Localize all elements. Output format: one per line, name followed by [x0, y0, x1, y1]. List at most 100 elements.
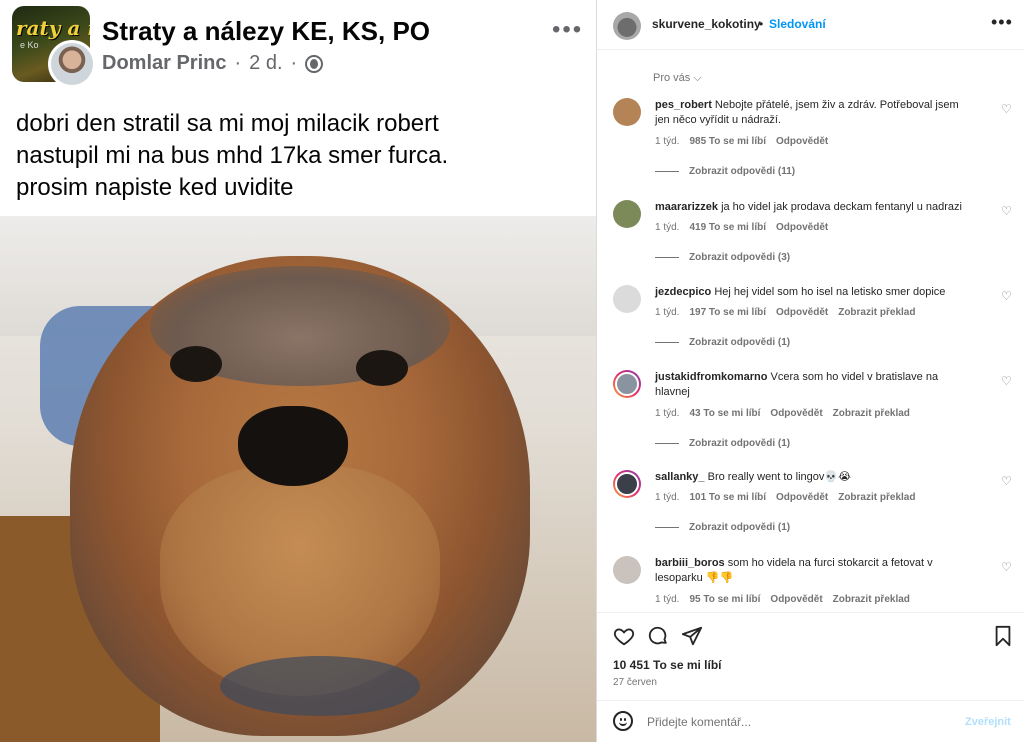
comment-body: justakidfromkomarno Vcera som ho videl v…: [655, 370, 975, 400]
group-avatar-subtext: e Ko: [20, 40, 39, 50]
translate-button[interactable]: Zobrazit překlad: [833, 408, 910, 419]
translate-button[interactable]: Zobrazit překlad: [833, 594, 910, 605]
comment-text: Hej hej videl som ho isel na letisko sme…: [714, 286, 946, 298]
view-replies-label: Zobrazit odpovědi (1): [689, 438, 791, 449]
commenter-avatar[interactable]: [613, 285, 641, 313]
likes-count[interactable]: 10 451 To se mi líbí: [613, 658, 722, 672]
commenter-username[interactable]: sallanky_: [655, 471, 705, 483]
comment-time: 1 týd.: [655, 408, 680, 419]
comment-time: 1 týd.: [655, 222, 680, 233]
heart-icon[interactable]: ♡: [1001, 560, 1012, 574]
view-replies-label: Zobrazit odpovědi (3): [689, 252, 791, 263]
for-you-filter[interactable]: Pro vás ⌵: [653, 72, 702, 85]
commenter-avatar[interactable]: [613, 98, 641, 126]
post-age: 2 d.: [249, 52, 283, 74]
group-avatar-text: raty a ná: [16, 16, 90, 40]
group-name: Straty a nálezy KE, KS, PO: [102, 16, 431, 46]
reply-button[interactable]: Odpovědět: [770, 594, 822, 605]
post-text-line: prosim napiste ked uvidite: [16, 174, 294, 201]
post-actions-bar: [597, 612, 1024, 656]
post-text: dobri den stratil sa mi moj milacik robe…: [16, 108, 586, 204]
heart-icon[interactable]: ♡: [1001, 204, 1012, 218]
heart-icon[interactable]: ♡: [1001, 374, 1012, 388]
fb-post-header: raty a ná e Ko Straty a nálezy KE, KS, P…: [0, 0, 596, 90]
meta-separator: ·: [290, 52, 298, 74]
view-replies-button[interactable]: Zobrazit odpovědi (1): [655, 438, 790, 449]
comment-likes[interactable]: 985 To se mi líbí: [689, 136, 766, 147]
avatar-image: [615, 472, 639, 496]
post-comment-button[interactable]: Zveřejnit: [965, 716, 1011, 728]
view-replies-button[interactable]: Zobrazit odpovědi (11): [655, 166, 795, 177]
reply-button[interactable]: Odpovědět: [776, 492, 828, 503]
comment-likes[interactable]: 419 To se mi líbí: [689, 222, 766, 233]
commenter-username[interactable]: justakidfromkomarno: [655, 371, 767, 383]
view-replies-button[interactable]: Zobrazit odpovědi (1): [655, 337, 790, 348]
heart-icon[interactable]: ♡: [1001, 474, 1012, 488]
commenter-avatar[interactable]: [613, 200, 641, 228]
commenter-username[interactable]: jezdecpico: [655, 286, 711, 298]
commenter-username[interactable]: pes_robert: [655, 99, 712, 111]
commenter-username[interactable]: maararizzek: [655, 201, 718, 213]
dog-eye-right: [356, 350, 408, 386]
post-text-line: dobri den stratil sa mi moj milacik robe…: [16, 110, 439, 137]
translate-button[interactable]: Zobrazit překlad: [838, 492, 915, 503]
facebook-post-screenshot: raty a ná e Ko Straty a nálezy KE, KS, P…: [0, 0, 596, 742]
comment-body: pes_robert Nebojte přátelé, jsem živ a z…: [655, 98, 975, 128]
comment-meta: 1 týd. 197 To se mi líbí Odpovědět Zobra…: [655, 307, 915, 318]
comment-likes[interactable]: 95 To se mi líbí: [689, 594, 760, 605]
comment-icon[interactable]: [647, 625, 669, 652]
emoji-smile: [619, 722, 627, 726]
view-replies-label: Zobrazit odpovědi (1): [689, 522, 791, 533]
heart-icon[interactable]: [613, 625, 635, 652]
comment-time: 1 týd.: [655, 492, 680, 503]
commenter-username[interactable]: barbiii_boros: [655, 557, 725, 569]
replies-line: [655, 527, 679, 528]
comment-likes[interactable]: 43 To se mi líbí: [689, 408, 760, 419]
comment-body: barbiii_boros som ho videla na furci sto…: [655, 556, 975, 586]
bookmark-icon[interactable]: [993, 625, 1013, 652]
post-author: Domlar Princ: [102, 52, 227, 74]
emoji-icon[interactable]: [613, 711, 633, 731]
ig-post-header: skurvene_kokotiny • Sledování •••: [597, 0, 1024, 50]
post-meta: Domlar Princ · 2 d. ·: [102, 52, 324, 75]
comment-text: Bro really went to lingov💀😭: [707, 471, 851, 483]
translate-button[interactable]: Zobrazit překlad: [838, 307, 915, 318]
heart-icon[interactable]: ♡: [1001, 289, 1012, 303]
view-replies-button[interactable]: Zobrazit odpovědi (3): [655, 252, 790, 263]
reply-button[interactable]: Odpovědět: [776, 222, 828, 233]
comment-meta: 1 týd. 985 To se mi líbí Odpovědět: [655, 136, 828, 147]
globe-icon: [305, 54, 324, 73]
comment-input[interactable]: [647, 709, 947, 735]
reply-button[interactable]: Odpovědět: [776, 307, 828, 318]
comment-time: 1 týd.: [655, 307, 680, 318]
post-text-line: nastupil mi na bus mhd 17ka smer furca.: [16, 142, 449, 169]
reply-button[interactable]: Odpovědět: [770, 408, 822, 419]
view-replies-button[interactable]: Zobrazit odpovědi (1): [655, 522, 790, 533]
comment-body: jezdecpico Hej hej videl som ho isel na …: [655, 285, 975, 300]
comment-body: sallanky_ Bro really went to lingov💀😭: [655, 470, 975, 485]
dog-eye-left: [170, 346, 222, 382]
heart-icon[interactable]: ♡: [1001, 102, 1012, 116]
comment-meta: 1 týd. 419 To se mi líbí Odpovědět: [655, 222, 828, 233]
reply-button[interactable]: Odpovědět: [776, 136, 828, 147]
comment-meta: 1 týd. 43 To se mi líbí Odpovědět Zobraz…: [655, 408, 910, 419]
commenter-avatar[interactable]: [613, 470, 641, 498]
view-replies-label: Zobrazit odpovědi (1): [689, 337, 791, 348]
commenter-avatar[interactable]: [613, 556, 641, 584]
account-username[interactable]: skurvene_kokotiny: [652, 17, 761, 31]
more-options-icon[interactable]: •••: [991, 12, 1013, 33]
instagram-panel: skurvene_kokotiny • Sledování ••• Pro vá…: [596, 0, 1024, 742]
view-replies-label: Zobrazit odpovědi (11): [689, 166, 796, 177]
dog-photo: [0, 216, 596, 742]
account-avatar[interactable]: [613, 12, 641, 40]
comment-text: ja ho videl jak prodava deckam fentanyl …: [721, 201, 962, 213]
comment-time: 1 týd.: [655, 594, 680, 605]
header-dot: •: [759, 17, 764, 31]
following-button[interactable]: Sledování: [769, 17, 826, 31]
share-icon[interactable]: [681, 625, 703, 652]
comment-meta: 1 týd. 101 To se mi líbí Odpovědět Zobra…: [655, 492, 915, 503]
dog-collar: [220, 656, 420, 716]
comment-likes[interactable]: 101 To se mi líbí: [689, 492, 766, 503]
commenter-avatar[interactable]: [613, 370, 641, 398]
comment-likes[interactable]: 197 To se mi líbí: [689, 307, 766, 318]
